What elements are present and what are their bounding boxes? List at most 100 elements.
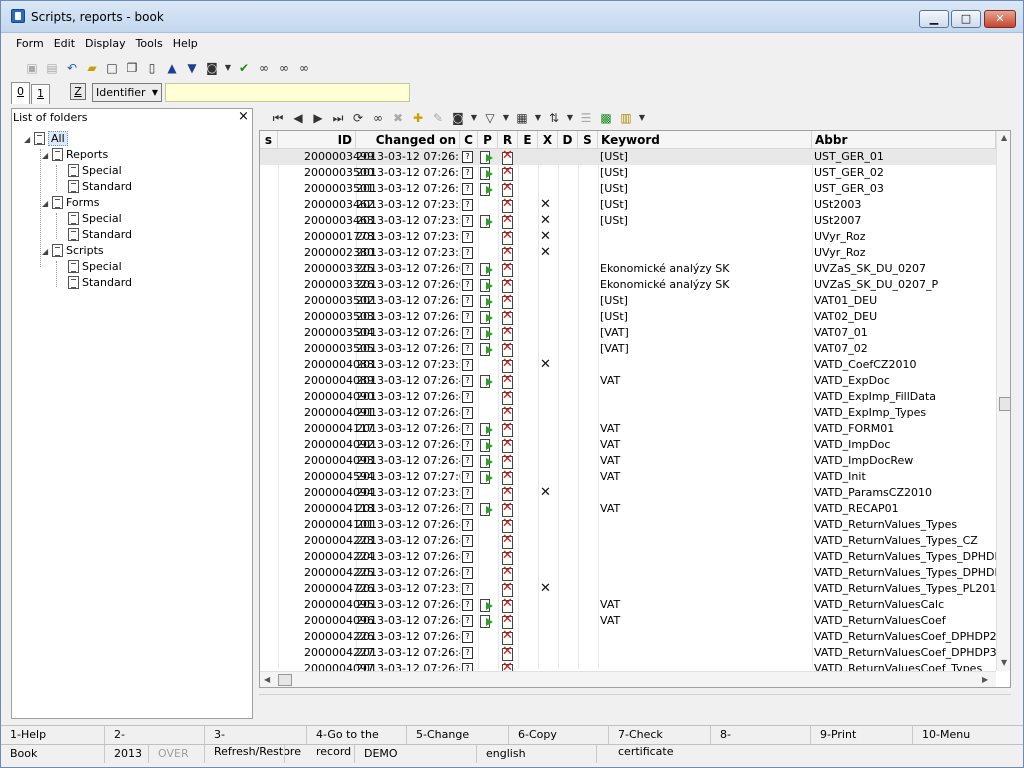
expander-icon[interactable]: ◢	[42, 244, 52, 260]
document-delete-icon[interactable]	[501, 149, 515, 165]
edit-icon[interactable]: ✎	[429, 109, 447, 127]
scroll-right-icon[interactable]: ▶	[982, 675, 988, 684]
document-delete-icon[interactable]	[501, 261, 515, 277]
document-delete-icon[interactable]	[501, 197, 515, 213]
expander-icon[interactable]: ◢	[42, 196, 52, 212]
add-icon[interactable]: ✚	[409, 109, 427, 127]
help-icon[interactable]: ?	[462, 231, 473, 243]
document-delete-icon[interactable]	[501, 325, 515, 341]
col-d[interactable]: D	[558, 131, 578, 149]
close-icon[interactable]: ×	[238, 109, 249, 124]
filter-icon[interactable]: ▽	[481, 109, 499, 127]
table-row[interactable]: 20000034622013-03-12 07:23:24?✕[USt]USt2…	[260, 197, 996, 213]
fkey-8[interactable]: 8-	[711, 726, 811, 744]
document-delete-icon[interactable]	[501, 405, 515, 421]
table-row[interactable]: 20000035022013-03-12 07:26:17?[USt]VAT01…	[260, 293, 996, 309]
maximize-button[interactable]: □	[951, 10, 981, 28]
last-record-icon[interactable]: ⏭	[329, 109, 347, 127]
fkey-goto[interactable]: 4-Go to the record	[307, 726, 407, 758]
document-delete-icon[interactable]	[501, 421, 515, 437]
search-input[interactable]	[165, 83, 410, 102]
help-icon[interactable]: ?	[462, 487, 473, 499]
tree-node-forms-standard[interactable]: Standard	[68, 227, 132, 243]
document-delete-icon[interactable]	[501, 389, 515, 405]
document-run-icon[interactable]	[480, 295, 494, 308]
col-r[interactable]: R	[498, 131, 518, 149]
scroll-left-icon[interactable]: ◀	[264, 675, 270, 684]
tree-node-forms[interactable]: ◢ Forms	[42, 195, 99, 211]
dropdown-icon[interactable]: ▼	[637, 109, 647, 127]
help-icon[interactable]: ?	[462, 311, 473, 323]
document-run-icon[interactable]	[480, 471, 494, 484]
help-icon[interactable]: ?	[462, 631, 473, 643]
tree-node-reports-special[interactable]: Special	[68, 163, 122, 179]
tree-node-forms-special[interactable]: Special	[68, 211, 122, 227]
help-icon[interactable]: ?	[462, 551, 473, 563]
col-abbr[interactable]: Abbr	[812, 131, 996, 149]
table-row[interactable]: 20000042232013-03-12 07:26:49?VATD_Retur…	[260, 533, 996, 549]
col-id[interactable]: ID	[278, 131, 356, 149]
table-row[interactable]: 20000035042013-03-12 07:26:17?[VAT]VAT07…	[260, 325, 996, 341]
tree-node-reports-standard[interactable]: Standard	[68, 179, 132, 195]
tree-node-all[interactable]: ◢ All	[24, 131, 68, 147]
document-run-icon[interactable]	[480, 311, 494, 324]
help-icon[interactable]: ?	[462, 167, 473, 179]
open-folder-icon[interactable]: ▰	[83, 59, 101, 77]
dropdown-icon[interactable]: ▼	[565, 109, 575, 127]
document-delete-icon[interactable]	[501, 373, 515, 389]
document-delete-icon[interactable]	[501, 613, 515, 629]
horizontal-scrollbar[interactable]: ◀ ▶	[260, 671, 996, 687]
help-icon[interactable]: ?	[462, 615, 473, 627]
table-row[interactable]: 20000034992013-03-12 07:26:16?[USt]UST_G…	[260, 149, 996, 165]
help-icon[interactable]: ?	[462, 519, 473, 531]
expander-icon[interactable]: ◢	[42, 148, 52, 164]
document-delete-icon[interactable]	[501, 581, 515, 597]
document-delete-icon[interactable]	[501, 213, 515, 229]
help-icon[interactable]: ?	[462, 535, 473, 547]
document-run-icon[interactable]	[480, 215, 494, 228]
columns-icon[interactable]: ▦	[513, 109, 531, 127]
col-changed-on[interactable]: Changed on	[356, 131, 460, 149]
table-row[interactable]: 20000042272013-03-12 07:26:49?VATD_Retur…	[260, 645, 996, 661]
help-icon[interactable]: ?	[462, 439, 473, 451]
document-delete-icon[interactable]	[501, 357, 515, 373]
fkey-check-certificate[interactable]: 7-Check certificate	[609, 726, 711, 758]
help-icon[interactable]: ?	[462, 247, 473, 259]
document-run-icon[interactable]	[480, 503, 494, 516]
new-icon[interactable]: □	[103, 59, 121, 77]
sort-az-icon[interactable]: ⇅	[545, 109, 563, 127]
help-icon[interactable]: ?	[462, 295, 473, 307]
arrow-up-icon[interactable]: ▲	[163, 59, 181, 77]
document-delete-icon[interactable]	[501, 469, 515, 485]
fkey-help[interactable]: 1-Help	[1, 726, 105, 744]
document-run-icon[interactable]	[480, 151, 494, 164]
help-icon[interactable]: ?	[462, 375, 473, 387]
table-row[interactable]: 20000041172013-03-12 07:26:44?VATVATD_FO…	[260, 421, 996, 437]
table-row[interactable]: 20000042242013-03-12 07:26:49?VATD_Retur…	[260, 549, 996, 565]
tab-1[interactable]: 1	[31, 84, 50, 104]
save-icon[interactable]: ▣	[23, 59, 41, 77]
menu-display[interactable]: Display	[80, 35, 131, 52]
help-icon[interactable]: ?	[462, 199, 473, 211]
report-icon[interactable]: ▥	[617, 109, 635, 127]
col-c[interactable]: C	[460, 131, 478, 149]
document-delete-icon[interactable]	[501, 629, 515, 645]
table-row[interactable]: 20000035012013-03-12 07:26:16?[USt]UST_G…	[260, 181, 996, 197]
copy-icon[interactable]: ❐	[123, 59, 141, 77]
first-record-icon[interactable]: ⏮	[269, 109, 287, 127]
table-row[interactable]: 20000033262013-03-12 07:26:08?Ekonomické…	[260, 277, 996, 293]
document-run-icon[interactable]	[480, 327, 494, 340]
document-delete-icon[interactable]	[501, 597, 515, 613]
col-s[interactable]: s	[260, 131, 278, 149]
document-run-icon[interactable]	[480, 183, 494, 196]
document-run-icon[interactable]	[480, 599, 494, 612]
document-delete-icon[interactable]	[501, 645, 515, 661]
binoculars-icon[interactable]: ∞	[369, 109, 387, 127]
tree-node-scripts[interactable]: ◢ Scripts	[42, 243, 104, 259]
document-run-icon[interactable]	[480, 167, 494, 180]
save-all-icon[interactable]: ▤	[43, 59, 61, 77]
tree-node-reports[interactable]: ◢ Reports	[42, 147, 108, 163]
document-delete-icon[interactable]	[501, 549, 515, 565]
table-row[interactable]: 20000040892013-03-12 07:26:42?VATVATD_Ex…	[260, 373, 996, 389]
arrow-down-icon[interactable]: ▼	[183, 59, 201, 77]
